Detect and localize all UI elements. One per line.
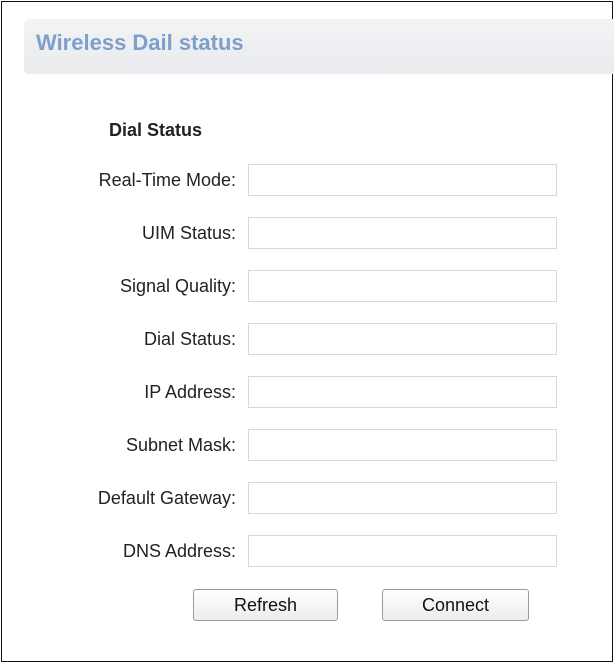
subnet-mask-field[interactable] — [248, 429, 557, 461]
field-row-ip-address: IP Address: — [2, 376, 614, 408]
connect-button[interactable]: Connect — [382, 589, 529, 621]
subnet-mask-label: Subnet Mask: — [125, 435, 236, 455]
refresh-button[interactable]: Refresh — [193, 589, 338, 621]
field-row-subnet-mask: Subnet Mask: — [2, 429, 614, 461]
field-row-uim-status: UIM Status: — [2, 217, 614, 249]
field-row-dial-status: Dial Status: — [2, 323, 614, 355]
uim-status-field[interactable] — [248, 217, 557, 249]
default-gateway-label: Default Gateway: — [97, 488, 236, 508]
field-row-dns-address: DNS Address: — [2, 535, 614, 567]
dial-status-label: Dial Status: — [143, 329, 236, 349]
real-time-mode-label: Real-Time Mode: — [98, 170, 236, 190]
dial-status-field[interactable] — [248, 323, 557, 355]
default-gateway-field[interactable] — [248, 482, 557, 514]
field-row-default-gateway: Default Gateway: — [2, 482, 614, 514]
section-title: Dial Status — [109, 120, 203, 140]
ip-address-field[interactable] — [248, 376, 557, 408]
signal-quality-field[interactable] — [248, 270, 557, 302]
page-title: Wireless Dail status — [36, 30, 244, 55]
signal-quality-label: Signal Quality: — [119, 276, 236, 296]
dns-address-field[interactable] — [248, 535, 557, 567]
field-row-real-time-mode: Real-Time Mode: — [2, 164, 614, 196]
wireless-dial-status-panel: Wireless Dail status Dial Status Real-Ti… — [1, 1, 614, 662]
ip-address-label: IP Address: — [144, 382, 236, 402]
real-time-mode-field[interactable] — [248, 164, 557, 196]
panel-header: Wireless Dail status — [24, 19, 614, 74]
dns-address-label: DNS Address: — [122, 541, 236, 561]
field-row-signal-quality: Signal Quality: — [2, 270, 614, 302]
uim-status-label: UIM Status: — [141, 223, 236, 243]
